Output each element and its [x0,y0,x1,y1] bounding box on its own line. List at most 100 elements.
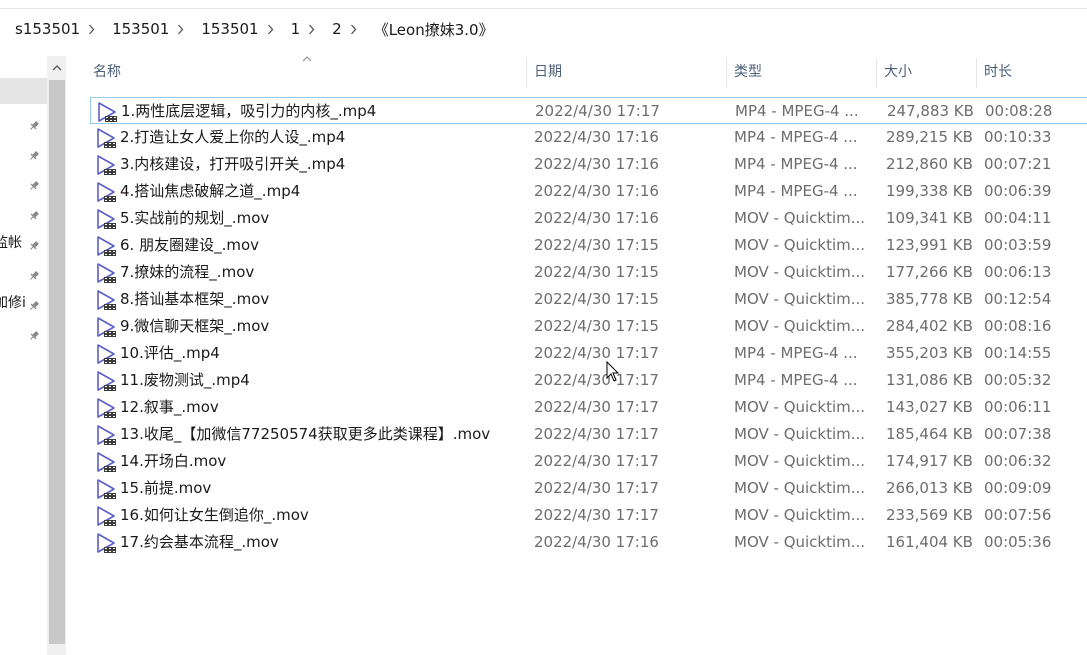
file-row[interactable]: 5.实战前的规划_.mov 2022/4/30 17:16 MOV - Quickt… [90,205,1087,232]
video-file-icon [95,154,117,176]
scroll-up-arrow-icon[interactable] [47,56,66,78]
video-file-icon [95,451,117,473]
file-row[interactable]: 11.废物测试_.mp4 2022/4/30 17:17 MP4 - MPEG-4 … [90,367,1087,394]
nav-item-label[interactable]: 监帐 [0,232,22,252]
breadcrumb-item[interactable]: s153501 [0,20,86,38]
file-name[interactable]: 9.微信聊天框架_.mov [120,313,269,340]
video-file-icon [95,505,117,527]
file-type: MOV - Quicktim... [734,506,866,524]
column-header-date[interactable]: 日期 [534,56,562,88]
video-file-icon [95,397,117,419]
sort-ascending-icon [302,54,312,65]
pin-icon[interactable] [28,237,40,250]
file-row[interactable]: 10.评估_.mp4 2022/4/30 17:17 MP4 - MPEG-4 ..… [90,340,1087,367]
file-row[interactable]: 17.约会基本流程_.mov 2022/4/30 17:16 MOV - Quick… [90,529,1087,556]
file-date: 2022/4/30 17:16 [534,533,659,551]
file-size: 233,569 KB [886,506,973,524]
file-name[interactable]: 15.前提.mov [120,475,211,502]
file-row[interactable]: 15.前提.mov 2022/4/30 17:17 MOV - Quicktim..… [90,475,1087,502]
column-divider[interactable] [526,58,527,88]
breadcrumb-item[interactable]: 《Leon撩妹3.0》 [359,19,500,40]
file-name[interactable]: 5.实战前的规划_.mov [120,205,269,232]
video-file-icon [95,316,117,338]
pin-icon[interactable] [28,327,40,340]
file-name[interactable]: 4.搭讪焦虑破解之道_.mp4 [120,178,300,205]
file-duration: 00:06:32 [984,452,1052,470]
file-row[interactable]: 16.如何让女生倒追你_.mov 2022/4/30 17:17 MOV - Qui… [90,502,1087,529]
file-row[interactable]: 8.搭讪基本框架_.mov 2022/4/30 17:15 MOV - Quickt… [90,286,1087,313]
file-name[interactable]: 2.打造让女人爱上你的人设_.mp4 [120,124,345,151]
column-divider[interactable] [726,58,727,88]
breadcrumb-item[interactable]: 2 [317,20,348,38]
file-name[interactable]: 13.收尾_【加微信77250574获取更多此类课程】.mov [120,421,490,448]
file-name[interactable]: 14.开场白.mov [120,448,226,475]
nav-selected-item[interactable] [0,78,47,104]
nav-item-label[interactable]: 加修i [0,292,26,312]
file-date: 2022/4/30 17:17 [534,398,659,416]
column-divider[interactable] [976,58,977,88]
breadcrumb-chevron-icon[interactable] [175,24,186,35]
pin-icon[interactable] [28,147,40,160]
breadcrumb-item[interactable]: 153501 [186,20,264,38]
file-duration: 00:07:56 [984,506,1052,524]
file-name[interactable]: 17.约会基本流程_.mov [120,529,279,556]
file-type: MOV - Quicktim... [734,209,866,227]
file-name[interactable]: 7.撩妹的流程_.mov [120,259,254,286]
pin-icon[interactable] [28,207,40,220]
file-name[interactable]: 3.内核建设，打开吸引开关_.mp4 [120,151,345,178]
file-row[interactable]: 3.内核建设，打开吸引开关_.mp4 2022/4/30 17:16 MP4 - M… [90,151,1087,178]
file-name[interactable]: 12.叙事_.mov [120,394,219,421]
breadcrumb-item[interactable]: 1 [276,20,307,38]
video-file-icon [95,262,117,284]
file-duration: 00:07:38 [984,425,1052,443]
file-row[interactable]: 1.两性底层逻辑，吸引力的内核_.mp4 2022/4/30 17:17 MP4 -… [90,97,1087,124]
pin-icon[interactable] [28,267,40,280]
file-row[interactable]: 9.微信聊天框架_.mov 2022/4/30 17:15 MOV - Quickt… [90,313,1087,340]
breadcrumb-chevron-icon[interactable] [348,24,359,35]
file-type: MOV - Quicktim... [734,290,866,308]
column-divider[interactable] [876,58,877,88]
file-name[interactable]: 11.废物测试_.mp4 [120,367,250,394]
column-header-name[interactable]: 名称 [93,56,121,88]
breadcrumb[interactable]: s153501 153501 153501 1 2 《Leon撩妹3.0》 [0,12,1087,46]
file-name[interactable]: 1.两性底层逻辑，吸引力的内核_.mp4 [121,98,376,125]
column-header-row: 名称 日期 类型 大小 时长 [66,56,1087,88]
pin-icon[interactable] [28,177,40,190]
file-row[interactable]: 7.撩妹的流程_.mov 2022/4/30 17:15 MOV - Quickti… [90,259,1087,286]
video-file-icon [95,181,117,203]
column-header-duration[interactable]: 时长 [984,56,1012,88]
file-duration: 00:06:39 [984,182,1052,200]
file-row[interactable]: 6. 朋友圈建设_.mov 2022/4/30 17:15 MOV - Quickt… [90,232,1087,259]
file-name[interactable]: 16.如何让女生倒追你_.mov [120,502,309,529]
file-type: MOV - Quicktim... [734,425,866,443]
navigation-pane[interactable]: 监帐 加修i [0,56,47,655]
column-header-type[interactable]: 类型 [734,56,762,88]
file-size: 161,404 KB [886,533,973,551]
file-type: MOV - Quicktim... [734,263,866,281]
file-date: 2022/4/30 17:17 [535,102,660,120]
file-date: 2022/4/30 17:17 [534,452,659,470]
nav-scrollbar-thumb[interactable] [49,80,65,644]
file-row[interactable]: 14.开场白.mov 2022/4/30 17:17 MOV - Quicktim.… [90,448,1087,475]
file-duration: 00:14:55 [984,344,1052,362]
file-name[interactable]: 6. 朋友圈建设_.mov [120,232,259,259]
file-name[interactable]: 10.评估_.mp4 [120,340,220,367]
pin-icon[interactable] [28,117,40,130]
file-size: 109,341 KB [886,209,973,227]
breadcrumb-chevron-icon[interactable] [86,24,97,35]
file-duration: 00:06:11 [984,398,1052,416]
file-date: 2022/4/30 17:17 [534,479,659,497]
file-row[interactable]: 4.搭讪焦虑破解之道_.mp4 2022/4/30 17:16 MP4 - MPEG… [90,178,1087,205]
column-header-size[interactable]: 大小 [884,56,912,88]
file-size: 131,086 KB [886,371,973,389]
file-row[interactable]: 12.叙事_.mov 2022/4/30 17:17 MOV - Quicktim.… [90,394,1087,421]
file-name[interactable]: 8.搭讪基本框架_.mov [120,286,269,313]
breadcrumb-chevron-icon[interactable] [265,24,276,35]
file-duration: 00:05:36 [984,533,1052,551]
file-row[interactable]: 13.收尾_【加微信77250574获取更多此类课程】.mov 2022/4/30… [90,421,1087,448]
breadcrumb-chevron-icon[interactable] [306,24,317,35]
breadcrumb-item[interactable]: 153501 [97,20,175,38]
file-date: 2022/4/30 17:15 [534,236,659,254]
pin-icon[interactable] [28,297,40,310]
file-row[interactable]: 2.打造让女人爱上你的人设_.mp4 2022/4/30 17:16 MP4 - M… [90,124,1087,151]
